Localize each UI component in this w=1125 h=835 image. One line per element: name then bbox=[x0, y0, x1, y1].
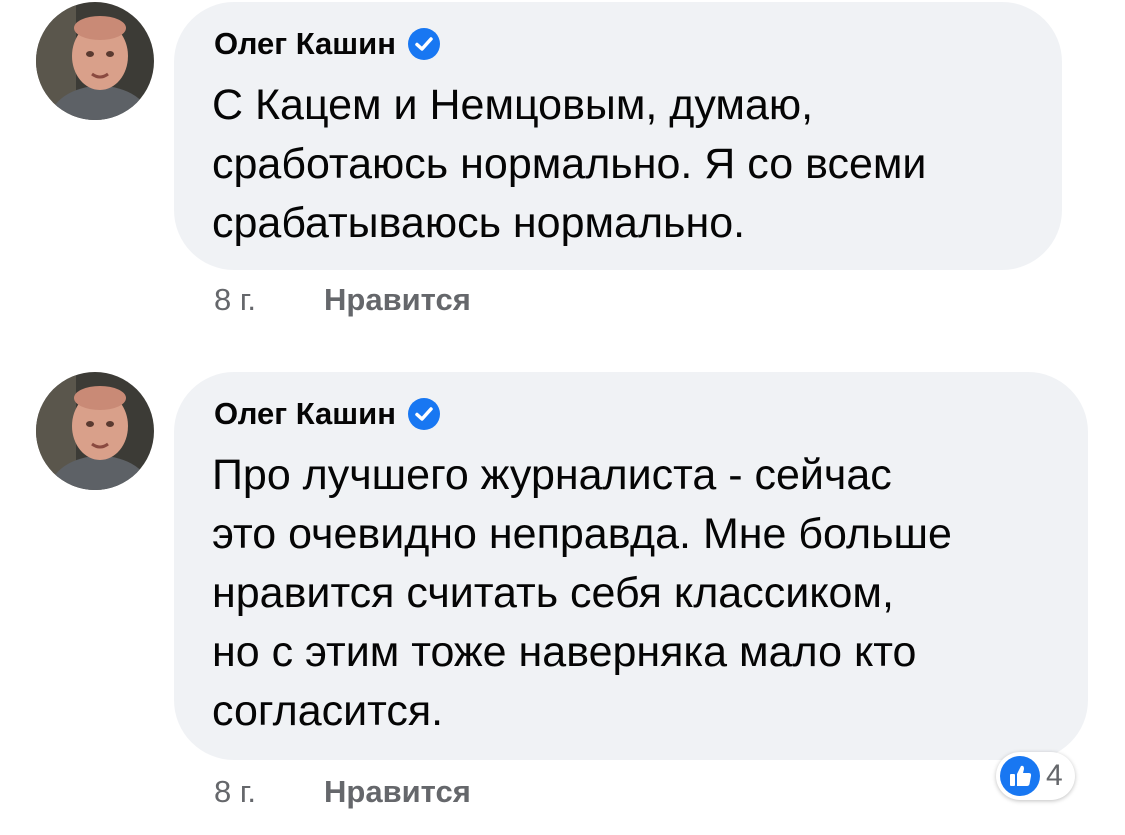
reaction-count: 4 bbox=[1046, 759, 1063, 792]
reactions-summary[interactable]: 4 bbox=[996, 752, 1075, 800]
like-button[interactable]: Нравится bbox=[324, 774, 471, 810]
author-avatar[interactable] bbox=[36, 2, 154, 120]
avatar-photo bbox=[36, 2, 154, 120]
comment-text: Про лучшего журналиста - сейчас это очев… bbox=[212, 451, 952, 735]
author-name[interactable]: Олег Кашин bbox=[214, 26, 440, 62]
author-name[interactable]: Олег Кашин bbox=[214, 396, 440, 432]
like-reaction-icon bbox=[1000, 756, 1040, 796]
like-button[interactable]: Нравится bbox=[324, 282, 471, 318]
comment-meta: 8 г. Нравится bbox=[214, 282, 471, 318]
comment-timestamp[interactable]: 8 г. bbox=[214, 774, 324, 810]
author-name-label: Олег Кашин bbox=[214, 396, 396, 431]
author-avatar[interactable] bbox=[36, 372, 154, 490]
comment-timestamp[interactable]: 8 г. bbox=[214, 282, 324, 318]
comment-meta: 8 г. Нравится bbox=[214, 774, 471, 810]
avatar-photo bbox=[36, 372, 154, 490]
verified-badge-icon bbox=[407, 398, 440, 430]
author-name-label: Олег Кашин bbox=[214, 26, 396, 61]
comment-text: С Кацем и Немцовым, думаю, сработаюсь но… bbox=[212, 81, 927, 247]
verified-badge-icon bbox=[407, 28, 440, 60]
